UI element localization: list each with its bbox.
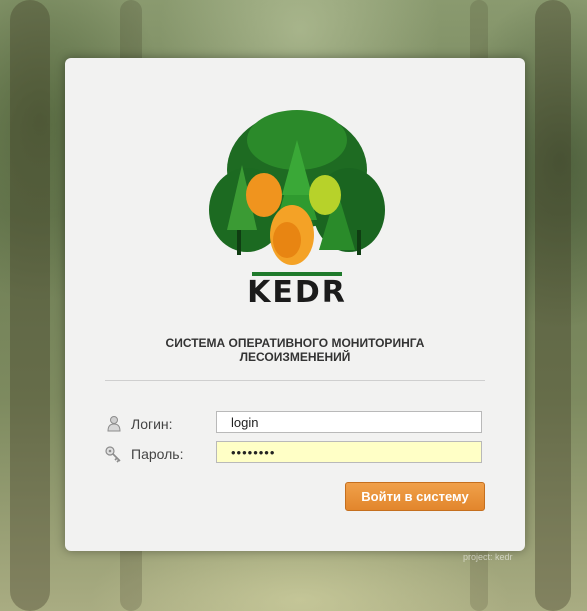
subtitle-line-2: ЛЕСОИЗМЕНЕНИЙ <box>239 350 351 364</box>
kedr-logo: KEDR <box>209 110 385 305</box>
password-label: Пароль: <box>131 446 184 462</box>
footer-project-label: project: kedr <box>463 552 513 562</box>
logo-text: KEDR <box>247 275 347 305</box>
key-icon <box>105 446 121 463</box>
login-submit-button[interactable]: Войти в систему <box>345 482 485 511</box>
divider <box>105 380 485 381</box>
password-input[interactable] <box>216 441 482 463</box>
app-subtitle: СИСТЕМА ОПЕРАТИВНОГО МОНИТОРИНГА ЛЕСОИЗМ… <box>105 336 485 364</box>
subtitle-line-1: СИСТЕМА ОПЕРАТИВНОГО МОНИТОРИНГА <box>165 336 425 350</box>
user-icon <box>107 416 121 432</box>
login-input[interactable] <box>216 411 482 433</box>
login-panel: KEDR СИСТЕМА ОПЕРАТИВНОГО МОНИТОРИНГА ЛЕ… <box>65 58 525 551</box>
login-label: Логин: <box>131 416 173 432</box>
